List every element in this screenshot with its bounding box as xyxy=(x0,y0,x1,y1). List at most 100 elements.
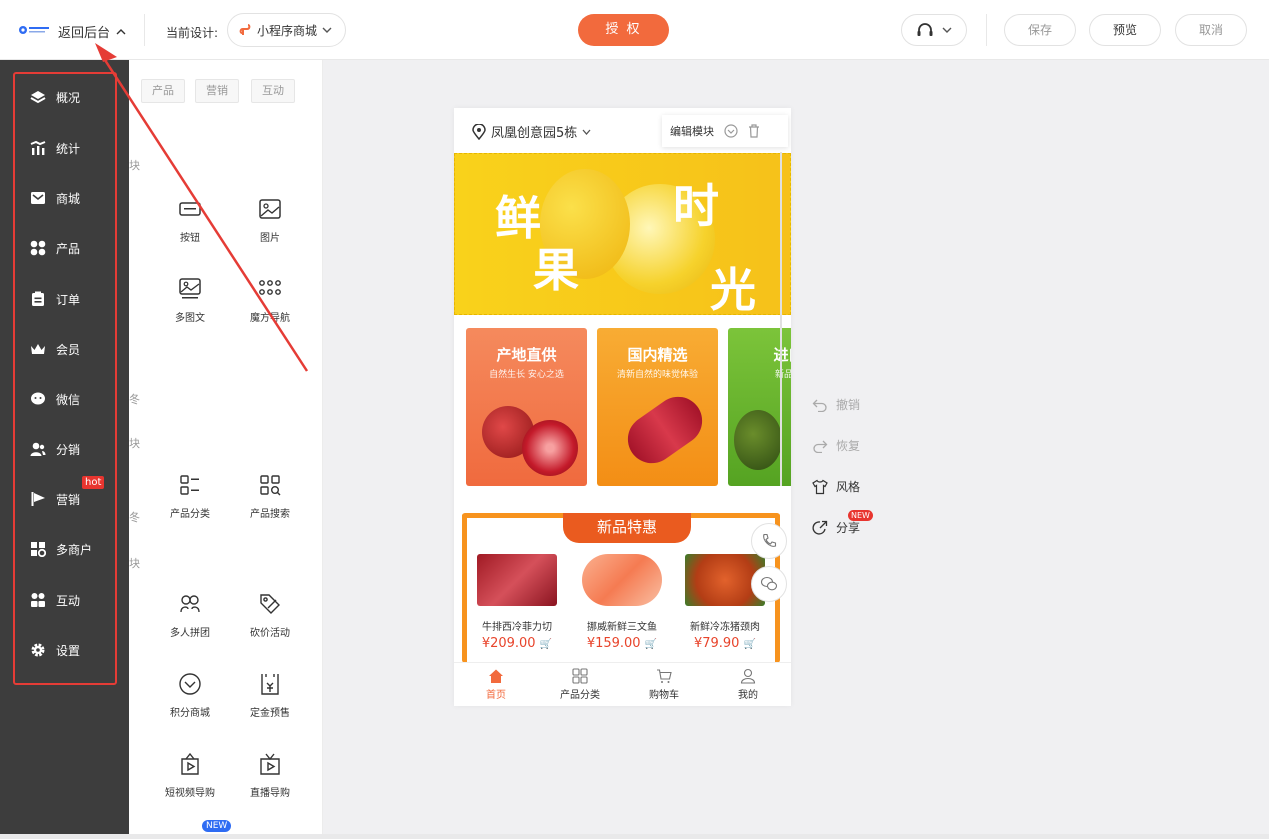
top-bar: 返回后台 当前设计: 小程序商城 授 权 保存 预览 取消 xyxy=(0,0,1269,60)
component-short-video[interactable]: 短视频导购 xyxy=(155,752,225,799)
edit-module-button[interactable]: 编辑模块 xyxy=(670,123,714,139)
save-button[interactable]: 保存 xyxy=(1004,14,1076,46)
tab-product[interactable]: 产品 xyxy=(141,79,185,103)
component-presale[interactable]: 定金预售 xyxy=(235,672,305,719)
authorize-button[interactable]: 授 权 xyxy=(578,14,669,46)
component-product-search[interactable]: 产品搜索 xyxy=(235,473,305,520)
brand-logo xyxy=(19,26,49,34)
undo-button[interactable]: 撤销 xyxy=(812,396,860,413)
preview-scrollbar[interactable] xyxy=(780,152,782,486)
section-label-fragment: 冬 xyxy=(129,393,140,406)
cube-nav-icon xyxy=(259,280,281,295)
product-card[interactable]: 牛排西冷菲力切 ¥209.00 🛒 xyxy=(467,554,567,651)
preview-button[interactable]: 预览 xyxy=(1089,14,1161,46)
current-design-label: 当前设计: xyxy=(166,26,219,40)
section-label-fragment: 块 xyxy=(129,557,140,570)
collapse-icon[interactable] xyxy=(724,124,738,138)
bottom-scrollbar[interactable] xyxy=(0,834,1269,839)
location-selector[interactable]: 凤凰创意园5栋 xyxy=(472,122,591,141)
button-icon xyxy=(179,202,201,216)
product-price-value: ¥209.00 xyxy=(481,636,536,651)
pomegranate-image xyxy=(522,420,578,476)
component-points-mall[interactable]: 积分商城 xyxy=(155,672,225,719)
phone-tab-category[interactable]: 产品分类 xyxy=(550,668,610,701)
component-button[interactable]: 按钮 xyxy=(155,197,225,244)
section-label-fragment: 冬 xyxy=(129,511,140,524)
section-label-fragment: 块 xyxy=(129,159,140,172)
tab-marketing[interactable]: 营销 xyxy=(195,79,239,103)
chevron-down-icon xyxy=(322,27,332,33)
undo-label: 撤销 xyxy=(836,398,861,412)
card-domestic-select[interactable]: 国内精选 清新自然的味觉体验 xyxy=(597,328,718,486)
cart-add-icon[interactable]: 🛒 xyxy=(540,639,552,650)
tab-interaction[interactable]: 互动 xyxy=(251,79,295,103)
card-origin-direct[interactable]: 产地直供 自然生长 安心之选 xyxy=(466,328,587,486)
phone-call-float-button[interactable] xyxy=(751,523,787,559)
redo-button[interactable]: 恢复 xyxy=(812,437,860,454)
tab-label: 产品分类 xyxy=(560,690,600,701)
miniprogram-icon xyxy=(239,24,251,35)
cart-add-icon[interactable]: 🛒 xyxy=(645,639,657,650)
cart-add-icon[interactable]: 🛒 xyxy=(744,639,756,650)
cart-icon xyxy=(657,669,672,683)
short-video-icon xyxy=(181,752,199,775)
product-card[interactable]: 挪威新鲜三文鱼 ¥159.00 🛒 xyxy=(572,554,672,651)
phone-tab-home[interactable]: 首页 xyxy=(466,668,526,701)
new-badge: NEW xyxy=(202,820,232,832)
module-edit-bar: 编辑模块 xyxy=(662,115,788,147)
points-mall-icon xyxy=(179,673,201,695)
share-icon xyxy=(812,520,828,535)
support-menu[interactable] xyxy=(901,14,967,46)
component-multi-image[interactable]: 多图文 xyxy=(155,277,225,324)
component-group-buy[interactable]: 多人拼团 xyxy=(155,592,225,639)
trash-icon[interactable] xyxy=(748,124,760,138)
product-name: 挪威新鲜三文鱼 xyxy=(587,622,657,633)
product-image xyxy=(582,554,662,606)
component-label: 直播导购 xyxy=(250,788,290,799)
product-price: ¥79.90 🛒 xyxy=(675,636,775,651)
product-name: 新鲜冷冻猪颈肉 xyxy=(690,622,760,633)
component-label: 定金预售 xyxy=(250,708,290,719)
chevron-down-icon xyxy=(582,129,591,135)
component-bargain[interactable]: 砍价活动 xyxy=(235,592,305,639)
avocado-image xyxy=(734,410,782,470)
presale-icon xyxy=(261,674,279,695)
bargain-icon xyxy=(260,594,280,614)
tab-label: 我的 xyxy=(738,690,758,701)
component-image[interactable]: 图片 xyxy=(235,197,305,244)
phone-tab-cart[interactable]: 购物车 xyxy=(634,668,694,701)
product-name: 牛排西冷菲力切 xyxy=(482,622,552,633)
share-label: 分享 xyxy=(836,521,861,535)
component-label: 图片 xyxy=(260,233,280,244)
product-price-value: ¥79.90 xyxy=(693,636,740,651)
tab-label: 首页 xyxy=(486,690,506,701)
new-badge: NEW xyxy=(848,510,873,521)
cancel-button[interactable]: 取消 xyxy=(1175,14,1247,46)
category-icon xyxy=(572,668,588,684)
live-icon xyxy=(260,753,280,775)
chat-icon xyxy=(760,576,778,591)
customer-service-float-button[interactable] xyxy=(751,566,787,602)
component-cube-nav[interactable]: 魔方导航 xyxy=(235,277,305,324)
back-to-admin-button[interactable]: 返回后台 xyxy=(58,22,126,41)
user-icon xyxy=(740,668,756,684)
banner-image[interactable]: 鲜 果 时 光 xyxy=(454,153,791,315)
component-label: 魔方导航 xyxy=(250,313,290,324)
card-title: 产地直供 xyxy=(496,346,557,364)
tab-label: 购物车 xyxy=(649,690,679,701)
phone-preview: 凤凰创意园5栋 编辑模块 鲜 果 时 光 产地直供 自然生长 安心之选 国内精选… xyxy=(454,108,791,706)
component-label: 按钮 xyxy=(180,233,200,244)
component-live[interactable]: 直播导购 xyxy=(235,752,305,799)
component-label: 短视频导购 xyxy=(165,788,215,799)
product-price: ¥209.00 🛒 xyxy=(467,636,567,651)
tshirt-icon xyxy=(812,479,828,494)
phone-tab-mine[interactable]: 我的 xyxy=(718,668,778,701)
category-icon xyxy=(180,475,199,495)
headset-icon xyxy=(917,23,933,36)
design-selector[interactable]: 小程序商城 xyxy=(227,13,346,47)
component-category[interactable]: 产品分类 xyxy=(155,473,225,520)
style-button[interactable]: 风格 xyxy=(812,478,860,495)
share-button[interactable]: 分享 NEW xyxy=(812,510,873,536)
chevron-up-icon xyxy=(116,28,126,34)
group-buy-icon xyxy=(180,595,200,613)
